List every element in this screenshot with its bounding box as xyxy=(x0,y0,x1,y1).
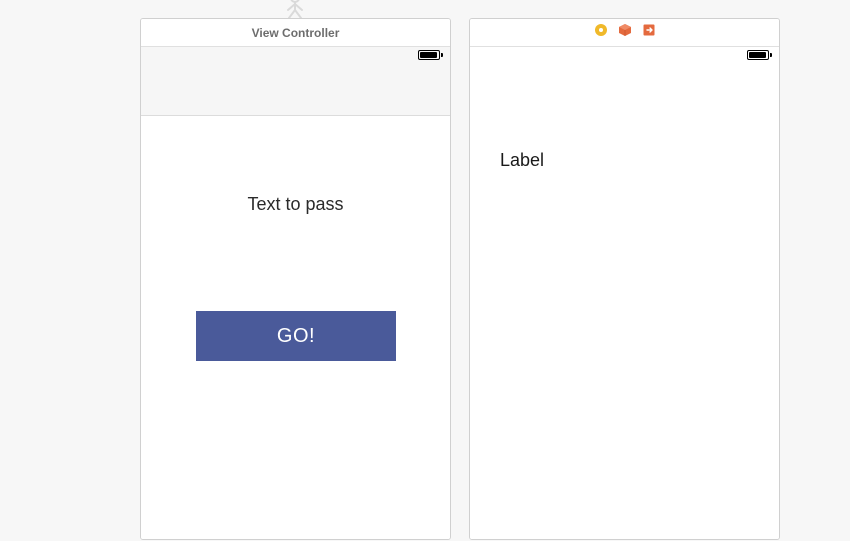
navigation-bar xyxy=(141,65,450,116)
battery-icon xyxy=(418,50,440,60)
destination-view[interactable]: Label xyxy=(470,65,779,539)
text-field[interactable]: Text to pass xyxy=(141,194,450,215)
scene-dock-icons xyxy=(594,23,656,42)
scene-title-bar-left[interactable]: View Controller xyxy=(141,19,450,47)
scene-destination[interactable]: Label xyxy=(469,18,780,540)
scene-view-controller[interactable]: View Controller Text to pass GO! xyxy=(140,18,451,540)
status-bar xyxy=(141,47,450,65)
scene-title: View Controller xyxy=(252,26,340,40)
segue-dock-exit-icon[interactable] xyxy=(642,23,656,42)
text-field-placeholder: Text to pass xyxy=(247,194,343,215)
view-controller-view[interactable]: Text to pass GO! xyxy=(141,116,450,539)
segue-dock-cube-icon[interactable] xyxy=(618,23,632,42)
scene-title-bar-right[interactable] xyxy=(470,19,779,47)
result-label[interactable]: Label xyxy=(500,150,544,171)
result-label-text: Label xyxy=(500,150,544,170)
go-button-label: GO! xyxy=(277,325,315,348)
first-responder-icon xyxy=(280,0,310,18)
battery-icon xyxy=(747,50,769,60)
go-button[interactable]: GO! xyxy=(196,311,396,361)
segue-dock-circle-icon[interactable] xyxy=(594,23,608,42)
status-bar xyxy=(470,47,779,65)
storyboard-scenes: View Controller Text to pass GO! xyxy=(140,18,780,540)
